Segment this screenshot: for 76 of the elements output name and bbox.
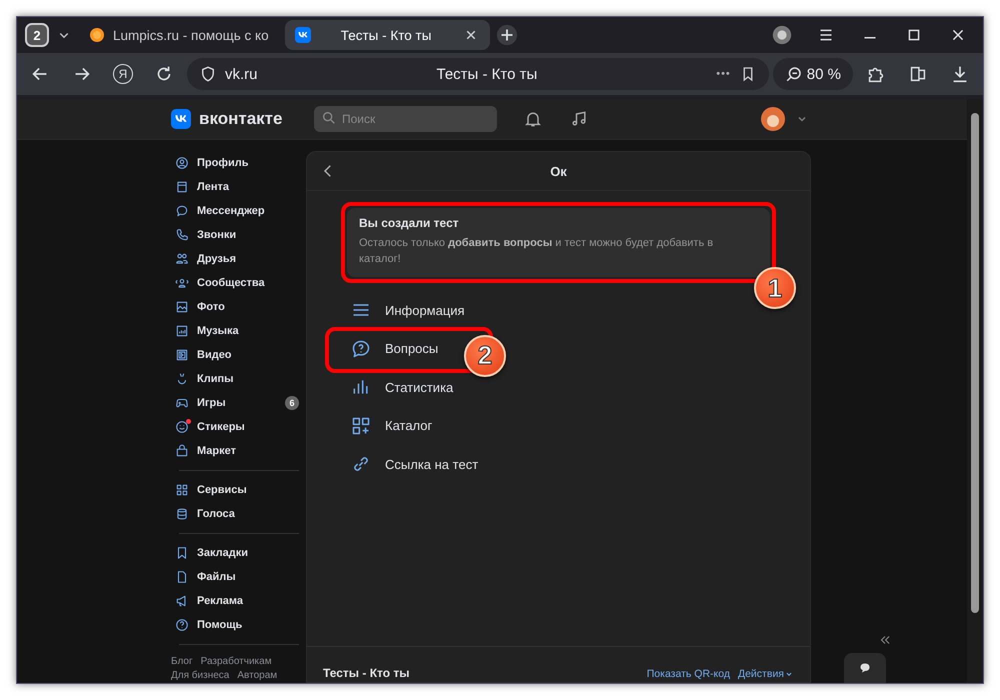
menu-item[interactable]: Статистика xyxy=(347,368,454,406)
chat-bubble-icon xyxy=(175,204,189,218)
menu-item[interactable]: Информация xyxy=(347,291,465,330)
new-tab-icon[interactable] xyxy=(496,24,518,46)
phone-icon xyxy=(175,228,189,242)
clip-icon xyxy=(175,372,189,386)
menu-item[interactable]: Ссылка на тест xyxy=(347,445,478,484)
question-bubble-icon xyxy=(351,338,371,359)
sidebar-item[interactable]: Файлы xyxy=(171,565,299,589)
menu-item[interactable]: Вопросы xyxy=(347,330,438,368)
avatar-icon[interactable] xyxy=(761,107,785,131)
site-logo[interactable]: вконтакте xyxy=(199,109,299,129)
file-icon xyxy=(175,570,189,584)
zoom-out-icon xyxy=(784,65,803,83)
chat-button[interactable] xyxy=(844,653,886,683)
footer-link[interactable]: Разработчикам xyxy=(200,656,272,667)
qr-code-link[interactable]: Показать QR-код xyxy=(646,668,730,680)
sidebar-item[interactable]: Музыка xyxy=(171,319,299,343)
sidebar-item[interactable]: Сообщества xyxy=(171,271,299,295)
feed-icon xyxy=(175,180,189,194)
video-icon xyxy=(175,348,189,362)
community-icon xyxy=(175,276,189,290)
vk-logo-icon[interactable] xyxy=(171,109,191,129)
coins-icon xyxy=(175,507,189,521)
sidebar-item[interactable]: Помощь xyxy=(171,613,299,637)
bag-icon xyxy=(175,444,189,458)
browser-tab[interactable]: Тесты - Кто ты xyxy=(284,20,490,50)
sidebar-item[interactable]: Голоса xyxy=(171,502,299,526)
actions-menu[interactable]: Действия xyxy=(738,668,794,680)
grid-plus-icon xyxy=(351,416,371,436)
sidebar-item[interactable]: Звонки xyxy=(171,223,299,247)
callout-number: 1 xyxy=(754,267,796,309)
count-badge: 6 xyxy=(285,396,299,410)
search-field[interactable]: Поиск xyxy=(314,106,497,132)
panel-title: Ок xyxy=(550,164,567,178)
shield-icon xyxy=(199,65,217,83)
sidebar-item[interactable]: Стикеры xyxy=(171,415,299,439)
notice-text: Осталось только добавить вопросы и тест можно будет добавить в каталог! xyxy=(359,236,714,267)
sidebar-item[interactable]: Реклама xyxy=(171,589,299,613)
footer-link[interactable]: Блог xyxy=(171,656,193,667)
friends-icon xyxy=(175,252,189,266)
sidebar-item[interactable]: Закладки xyxy=(171,541,299,565)
address-bar[interactable]: vk.ru Тесты - Кто ты ••• xyxy=(187,58,769,90)
sidebar-item[interactable]: Сервисы xyxy=(171,478,299,502)
scrollbar[interactable] xyxy=(967,99,983,683)
notice-title: Вы создали тест xyxy=(359,216,460,230)
sidebar-item[interactable]: Видео xyxy=(171,343,299,367)
search-icon xyxy=(321,110,337,126)
sidebar-item[interactable]: Маркет xyxy=(171,439,299,463)
yandex-button[interactable]: Я xyxy=(113,64,133,84)
tab-count[interactable]: 2 xyxy=(25,23,49,47)
smiley-icon xyxy=(175,420,189,434)
sidebar-item[interactable]: Игры 6 xyxy=(171,391,299,415)
grid-icon xyxy=(175,483,189,497)
zoom-button[interactable]: 80 % xyxy=(772,58,853,90)
footer-link[interactable]: Для бизнеса xyxy=(171,670,230,681)
vk-logo-icon xyxy=(294,27,311,43)
menu-item[interactable]: Каталог xyxy=(347,406,432,445)
callout-number: 2 xyxy=(464,334,506,376)
sidebar-item[interactable]: Друзья xyxy=(171,247,299,271)
citrus-icon xyxy=(89,27,105,43)
photo-icon xyxy=(175,300,189,314)
music-icon xyxy=(175,324,189,338)
footer-link[interactable]: Авторам xyxy=(237,670,278,681)
sidebar-item[interactable]: Клипы xyxy=(171,367,299,391)
sidebar-item[interactable]: Фото xyxy=(171,295,299,319)
profile-icon xyxy=(175,156,189,170)
help-icon xyxy=(175,618,189,632)
sidebar-item[interactable]: Мессенджер xyxy=(171,199,299,223)
browser-tab[interactable]: Lumpics.ru - помощь с ко xyxy=(79,20,279,50)
sidebar-item[interactable]: Профиль xyxy=(171,151,299,175)
collapse-icon[interactable] xyxy=(878,633,892,647)
sidebar-item[interactable]: Лента xyxy=(171,175,299,199)
bookmark-icon xyxy=(175,546,189,560)
gamepad-icon xyxy=(175,396,189,410)
test-title: Тесты - Кто ты xyxy=(323,666,410,680)
